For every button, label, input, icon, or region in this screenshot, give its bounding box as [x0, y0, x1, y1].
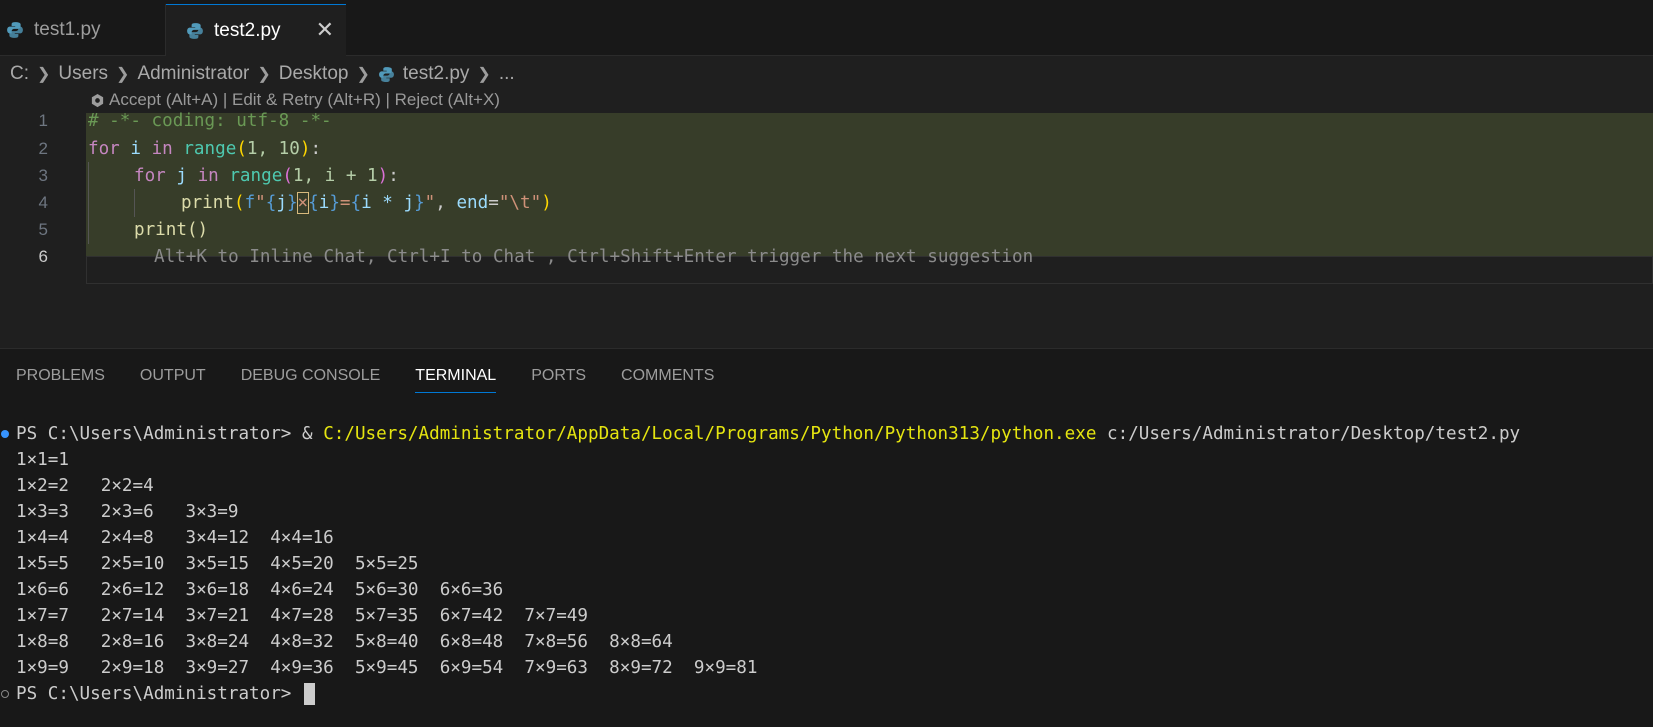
tab-output[interactable]: OUTPUT [140, 367, 206, 393]
string: "\t" [498, 193, 542, 213]
breadcrumb: C: ❯ Users ❯ Administrator ❯ Desktop ❯ t… [10, 60, 515, 88]
terminal-output-row: 1×7=7 2×7=14 3×7=21 4×7=28 5×7=35 6×7=42… [16, 606, 588, 626]
terminal-output-row: 1×2=2 2×2=4 [16, 476, 154, 496]
chevron-right-icon: ❯ [116, 66, 130, 83]
function: print [181, 193, 234, 213]
variable: j [276, 193, 287, 213]
arguments: 1, 10 [246, 139, 300, 159]
script-path: c:/Users/Administrator/Desktop/test2.py [1096, 424, 1521, 444]
close-icon[interactable]: ✕ [316, 17, 334, 43]
python-path: C:/Users/Administrator/AppData/Local/Pro… [323, 424, 1097, 444]
keyword: in [151, 139, 173, 159]
terminal-output-row: 1×1=1 [16, 450, 69, 470]
chevron-right-icon: ❯ [477, 66, 491, 83]
variable: i [130, 139, 141, 159]
string: " [255, 193, 266, 213]
terminal-output-row: 1×8=8 2×8=16 3×8=24 4×8=32 5×8=40 6×8=48… [16, 632, 673, 652]
keyword: for [134, 166, 166, 186]
expression: i * j [361, 193, 415, 213]
code-line[interactable]: # -*- coding: utf-8 -*- [88, 107, 332, 135]
tab-label: test1.py [34, 19, 101, 40]
prompt: PS C:\Users\Administrator> [16, 684, 302, 704]
code-line[interactable]: print(f"{j}×{i}={i * j}", end="\t") [181, 189, 552, 217]
variable: j [176, 166, 187, 186]
fstring-prefix: f [244, 193, 256, 213]
terminal-output-row: 1×9=9 2×9=18 3×9=27 4×9=36 5×9=45 6×9=54… [16, 658, 758, 678]
arguments: 1, i + 1 [292, 166, 378, 186]
code-line[interactable]: for j in range(1, i + 1): [134, 162, 399, 190]
terminal-output-row: 1×5=5 2×5=10 3×5=15 4×5=20 5×5=25 [16, 554, 419, 574]
chat-hint-ghost-text: Alt+K to Inline Chat, Ctrl+I to Chat , C… [154, 247, 1034, 267]
string: " [424, 193, 436, 213]
terminal-cursor [304, 683, 315, 705]
tab-test2-py[interactable]: test2.py ✕ [166, 4, 346, 57]
code-line[interactable]: for i in range(1, 10): [88, 135, 321, 163]
builtin: range [183, 139, 237, 159]
tab-comments[interactable]: COMMENTS [621, 367, 714, 393]
python-file-icon [378, 66, 394, 82]
variable: i [318, 193, 330, 213]
tab-ports[interactable]: PORTS [531, 367, 586, 393]
builtin: range [229, 166, 283, 186]
indent-guide [134, 189, 135, 217]
breadcrumb-item[interactable]: C: [10, 63, 29, 85]
terminal-prompt-line[interactable]: PS C:\Users\Administrator> [16, 681, 315, 707]
breadcrumb-item[interactable]: Administrator [137, 63, 249, 85]
keyword-arg: end [456, 193, 489, 213]
terminal-output-row: 1×3=3 2×3=6 3×3=9 [16, 502, 239, 522]
tab-test1-py[interactable]: test1.py [0, 4, 166, 56]
chevron-right-icon: ❯ [257, 66, 271, 83]
tab-debug-console[interactable]: DEBUG CONSOLE [241, 367, 381, 393]
string: = [339, 193, 351, 213]
line-number: 1 [38, 111, 48, 130]
terminal-output-row: 1×4=4 2×4=8 3×4=12 4×4=16 [16, 528, 334, 548]
command-idle-dot [1, 690, 9, 698]
string: × [296, 192, 310, 214]
tab-terminal[interactable]: TERMINAL [415, 367, 497, 393]
line-number: 3 [38, 166, 48, 185]
indent-guide [88, 162, 89, 244]
prompt: PS C:\Users\Administrator> [16, 424, 302, 444]
terminal-output-row: 1×6=6 2×6=12 3×6=18 4×6=24 5×6=30 6×6=36 [16, 580, 504, 600]
amp: & [302, 424, 324, 444]
panel-tabs: PROBLEMS OUTPUT DEBUG CONSOLE TERMINAL P… [16, 367, 749, 393]
breadcrumb-item[interactable]: Users [58, 63, 108, 85]
line-number: 2 [38, 139, 48, 158]
breadcrumb-item[interactable]: test2.py [403, 63, 470, 85]
python-file-icon [187, 23, 203, 39]
line-number: 6 [38, 247, 48, 266]
editor-tab-bar: test1.py test2.py ✕ [0, 0, 1653, 57]
shield-icon [91, 93, 104, 107]
function: print() [134, 220, 209, 240]
breadcrumb-item[interactable]: Desktop [279, 63, 349, 85]
tab-label: test2.py [214, 20, 281, 41]
chevron-right-icon: ❯ [37, 66, 51, 83]
keyword: in [197, 166, 219, 186]
terminal-command-line[interactable]: PS C:\Users\Administrator> & C:/Users/Ad… [16, 421, 1520, 447]
tab-problems[interactable]: PROBLEMS [16, 367, 105, 393]
python-file-icon [7, 22, 23, 38]
line-number: 4 [38, 193, 48, 212]
line-number: 5 [38, 220, 48, 239]
code-line[interactable]: print() [134, 216, 208, 244]
chevron-right-icon: ❯ [356, 66, 370, 83]
comment: # -*- coding: utf-8 -*- [88, 111, 332, 131]
command-success-dot[interactable] [1, 430, 9, 438]
breadcrumb-item[interactable]: ... [499, 63, 515, 85]
keyword: for [88, 139, 120, 159]
